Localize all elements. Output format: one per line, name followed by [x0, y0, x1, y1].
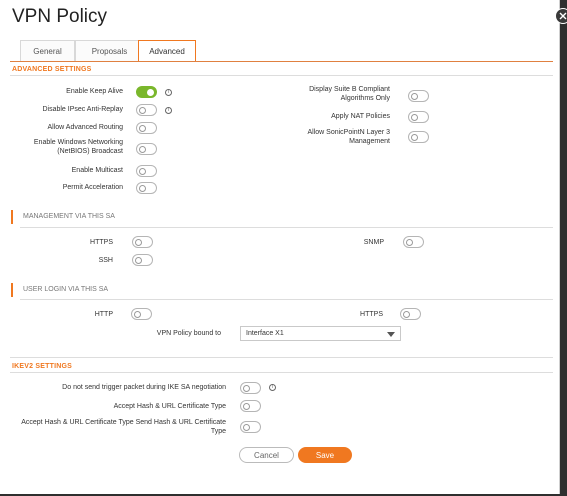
display-suite-b-label-line2: Algorithms Only: [340, 94, 390, 102]
allow-sonicpointn-label: Allow SonicPointN Layer 3 Management: [308, 129, 391, 146]
send-hash-url-label-line1: Accept Hash & URL Certificate Type Send …: [21, 419, 226, 426]
user-login-https-label: HTTPS: [360, 311, 383, 318]
apply-nat-policies-toggle[interactable]: [408, 111, 429, 123]
tab-proposals[interactable]: Proposals: [75, 40, 144, 62]
send-hash-url-label: Accept Hash & URL Certificate Type Send …: [21, 419, 226, 436]
dialog-title: VPN Policy: [12, 6, 108, 27]
chevron-down-icon: [387, 332, 395, 337]
user-login-https-toggle[interactable]: [400, 308, 421, 320]
enable-keep-alive-toggle[interactable]: [136, 86, 157, 98]
subsection-accent-bar: [11, 283, 13, 297]
section-divider: [10, 357, 553, 358]
vpn-policy-dialog: VPN Policy General Proposals Advanced AD…: [0, 0, 560, 494]
disable-ipsec-anti-replay-label: Disable IPsec Anti-Replay: [42, 106, 123, 113]
subsection-management: MANAGEMENT VIA THIS SA: [11, 209, 554, 225]
enable-keep-alive-label: Enable Keep Alive: [66, 88, 123, 95]
permit-acceleration-label: Permit Acceleration: [62, 184, 123, 191]
vpn-policy-bound-select[interactable]: Interface X1: [240, 326, 401, 341]
info-icon[interactable]: i: [165, 89, 172, 96]
close-button[interactable]: [555, 8, 567, 24]
management-https-toggle[interactable]: [132, 236, 153, 248]
enable-multicast-toggle[interactable]: [136, 165, 157, 177]
allow-sonicpointn-label-line1: Allow SonicPointN Layer 3: [307, 129, 391, 136]
send-hash-url-label-line2: Type: [210, 427, 226, 435]
info-icon[interactable]: i: [269, 384, 276, 391]
close-icon: [559, 12, 567, 20]
tab-general[interactable]: General: [20, 40, 75, 62]
accept-hash-url-label: Accept Hash & URL Certificate Type: [113, 403, 226, 410]
no-trigger-packet-toggle[interactable]: [240, 382, 261, 394]
user-login-http-label: HTTP: [94, 311, 113, 318]
display-suite-b-toggle[interactable]: [408, 90, 429, 102]
allow-sonicpointn-label-line2: Management: [349, 137, 390, 145]
save-button[interactable]: Save: [298, 447, 352, 463]
subsection-management-title: MANAGEMENT VIA THIS SA: [23, 213, 115, 220]
management-ssh-label: SSH: [98, 257, 113, 264]
enable-windows-networking-label-line1: Enable Windows Networking: [33, 139, 123, 146]
user-login-http-toggle[interactable]: [131, 308, 152, 320]
allow-advanced-routing-toggle[interactable]: [136, 122, 157, 134]
display-suite-b-label-line1: Display Suite B Compliant: [309, 86, 390, 93]
apply-nat-policies-label: Apply NAT Policies: [331, 113, 390, 120]
vpn-policy-bound-value: Interface X1: [246, 330, 284, 337]
tab-advanced[interactable]: Advanced: [138, 40, 196, 62]
management-snmp-toggle[interactable]: [403, 236, 424, 248]
send-hash-url-toggle[interactable]: [240, 421, 261, 433]
enable-windows-networking-toggle[interactable]: [136, 143, 157, 155]
management-ssh-toggle[interactable]: [132, 254, 153, 266]
tab-divider: [10, 61, 553, 62]
management-snmp-label: SNMP: [363, 239, 384, 246]
allow-sonicpointn-toggle[interactable]: [408, 131, 429, 143]
subsection-divider: [20, 299, 553, 300]
vpn-policy-bound-label: VPN Policy bound to: [156, 330, 221, 337]
display-suite-b-label: Display Suite B Compliant Algorithms Onl…: [309, 86, 390, 103]
enable-windows-networking-label: Enable Windows Networking (NetBIOS) Broa…: [34, 139, 123, 156]
section-ikev2-settings: IKEV2 SETTINGS: [12, 363, 72, 370]
enable-windows-networking-label-line2: (NetBIOS) Broadcast: [57, 147, 123, 155]
allow-advanced-routing-label: Allow Advanced Routing: [47, 124, 124, 131]
section-divider: [10, 75, 553, 76]
subsection-accent-bar: [11, 210, 13, 224]
management-https-label: HTTPS: [90, 239, 113, 246]
enable-multicast-label: Enable Multicast: [71, 167, 123, 174]
subsection-user-login-title: USER LOGIN VIA THIS SA: [23, 286, 109, 293]
cancel-button[interactable]: Cancel: [239, 447, 294, 463]
permit-acceleration-toggle[interactable]: [136, 182, 157, 194]
subsection-user-login: USER LOGIN VIA THIS SA: [11, 282, 554, 298]
no-trigger-packet-label: Do not send trigger packet during IKE SA…: [62, 384, 226, 391]
info-icon[interactable]: i: [165, 107, 172, 114]
section-advanced-settings: ADVANCED SETTINGS: [12, 66, 92, 73]
section-divider: [10, 372, 553, 373]
subsection-divider: [20, 227, 553, 228]
accept-hash-url-toggle[interactable]: [240, 400, 261, 412]
disable-ipsec-anti-replay-toggle[interactable]: [136, 104, 157, 116]
